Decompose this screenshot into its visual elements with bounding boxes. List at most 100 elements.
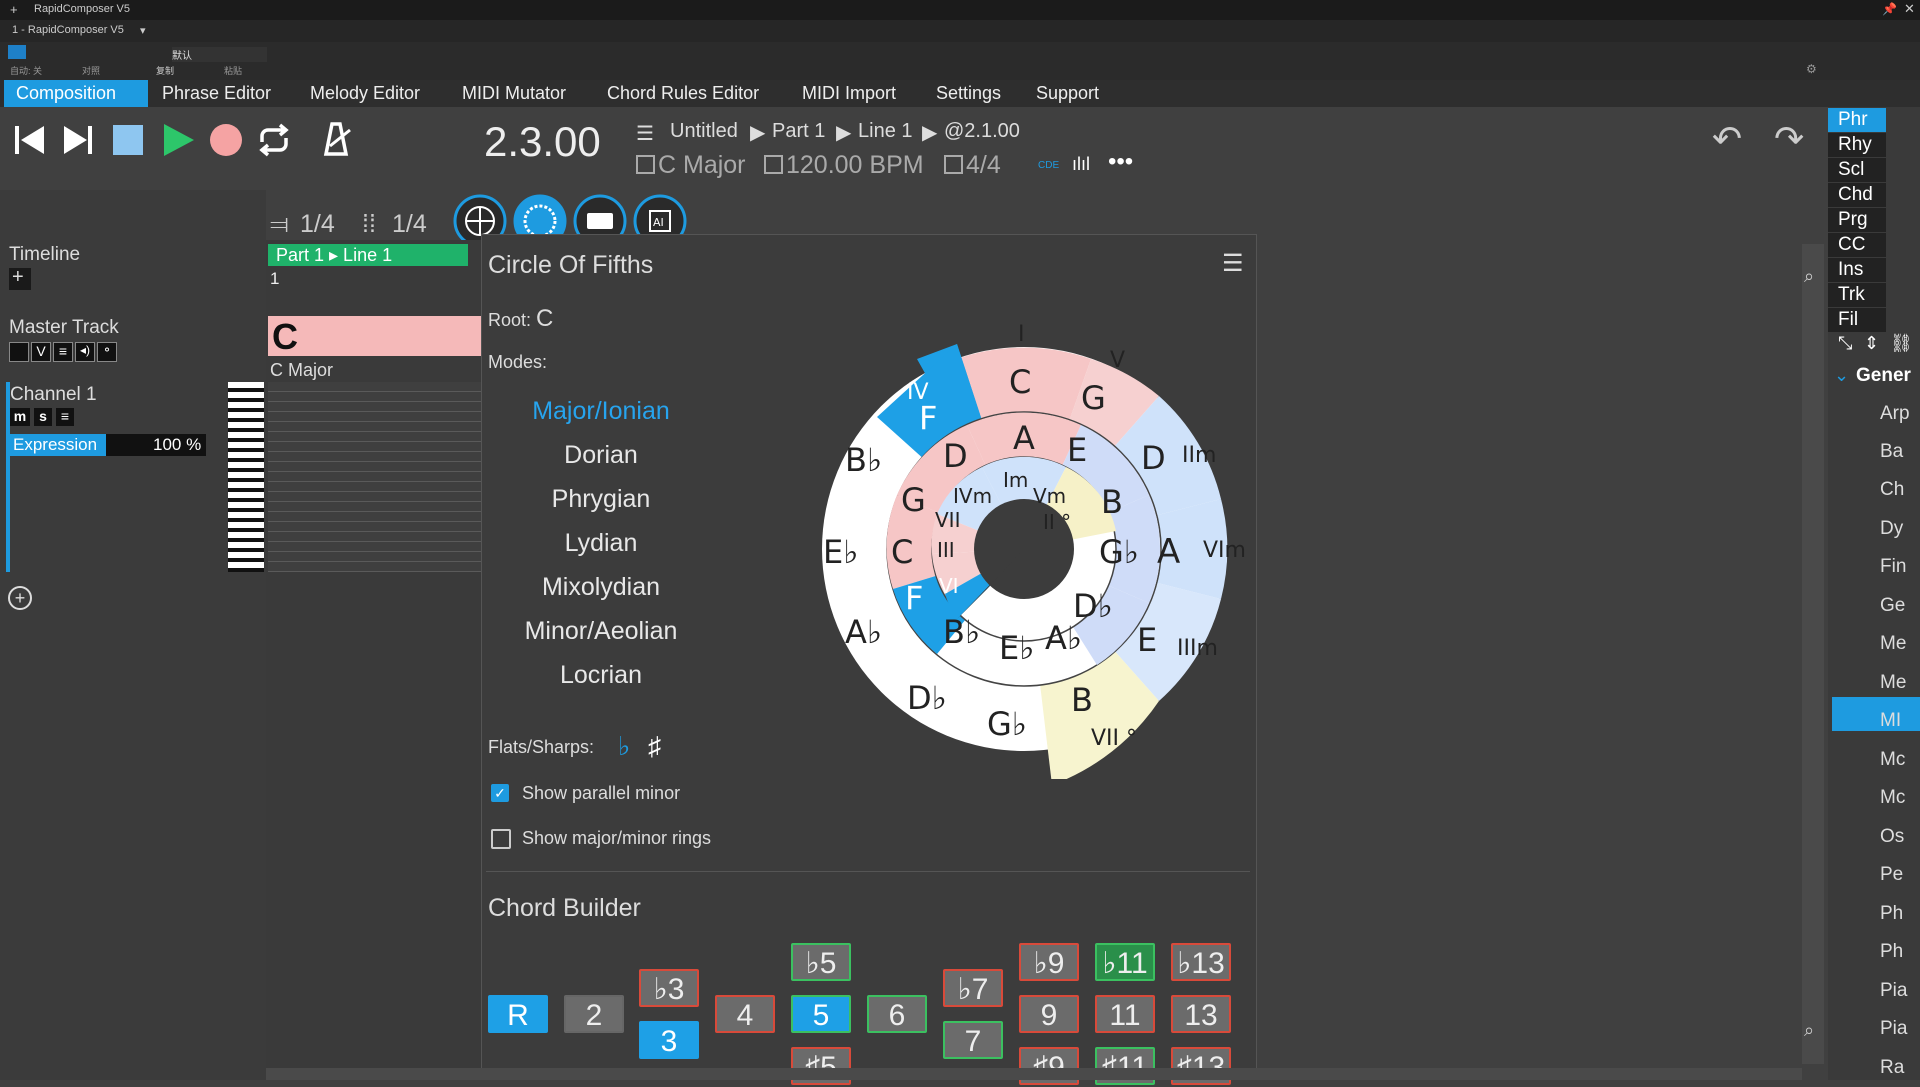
- mode-minor-aeolian[interactable]: Minor/Aeolian: [482, 617, 720, 646]
- mode-dorian[interactable]: Dorian: [482, 441, 720, 470]
- interval-7[interactable]: 7: [943, 1021, 1003, 1059]
- list-item[interactable]: MI: [1880, 710, 1901, 732]
- stop-icon[interactable]: [110, 122, 146, 158]
- expand-icon[interactable]: ⇕: [1864, 333, 1879, 354]
- undo-icon[interactable]: ↶: [1712, 118, 1742, 160]
- link-icon[interactable]: ⛓: [1890, 333, 1913, 354]
- compare-label[interactable]: 对照: [82, 64, 100, 77]
- list-item[interactable]: Me: [1880, 672, 1906, 694]
- list-item[interactable]: Pe: [1880, 864, 1903, 886]
- list-item[interactable]: Mc: [1880, 787, 1905, 809]
- add-track-icon[interactable]: +: [8, 586, 32, 610]
- position-display[interactable]: 2.3.00: [484, 118, 601, 166]
- interval-flat-5[interactable]: ♭5: [791, 943, 851, 981]
- part-header[interactable]: Part 1 ▸ Line 1: [268, 244, 468, 266]
- gear-icon[interactable]: ⚙: [1806, 62, 1817, 76]
- tab-chd[interactable]: Chd: [1828, 183, 1886, 207]
- interval-flat-9[interactable]: ♭9: [1019, 943, 1079, 981]
- interval-flat-11[interactable]: ♭11: [1095, 943, 1155, 981]
- tab-trk[interactable]: Trk: [1828, 283, 1886, 307]
- vertical-scrollbar[interactable]: [1802, 244, 1824, 1064]
- menu-melody-editor[interactable]: Melody Editor: [298, 80, 432, 107]
- circle-of-fifths-wheel[interactable]: I V IIm VIm IIIm VII ° IV C G D A E B G♭…: [797, 299, 1252, 779]
- grid-a-value[interactable]: 1/4: [300, 210, 335, 239]
- interval-flat-7[interactable]: ♭7: [943, 969, 1003, 1007]
- velocity-icon[interactable]: ılıl: [1072, 154, 1090, 175]
- menu-icon[interactable]: ≡: [53, 342, 73, 362]
- interval-13[interactable]: 13: [1171, 995, 1231, 1033]
- key-display[interactable]: C Major: [636, 151, 746, 180]
- list-item[interactable]: Os: [1880, 826, 1904, 848]
- list-item[interactable]: Fin: [1880, 556, 1906, 578]
- paste-label[interactable]: 粘贴: [224, 64, 242, 77]
- grid-b-value[interactable]: 1/4: [392, 210, 427, 239]
- group-label[interactable]: Gener: [1856, 365, 1911, 387]
- mode-phrygian[interactable]: Phrygian: [482, 485, 720, 514]
- zoom-out-icon[interactable]: ⌕: [1804, 1020, 1814, 1041]
- interval-5[interactable]: 5: [791, 995, 851, 1033]
- speaker-icon[interactable]: ◂): [75, 342, 95, 362]
- channel-label[interactable]: Channel 1: [10, 384, 97, 406]
- menu-phrase-editor[interactable]: Phrase Editor: [150, 80, 283, 107]
- timeline-expand-icon[interactable]: +: [9, 266, 31, 290]
- auto-label[interactable]: 自动: 关: [10, 64, 42, 77]
- tempo-display[interactable]: 120.00 BPM: [764, 151, 924, 180]
- meter-display[interactable]: 4/4: [944, 151, 1001, 180]
- menu-chord-rules-editor[interactable]: Chord Rules Editor: [595, 80, 771, 107]
- arrangement-area[interactable]: Part 1 ▸ Line 1 1 C C Major: [266, 240, 484, 1080]
- grid-icon[interactable]: ⁞⁞: [362, 210, 376, 239]
- play-icon[interactable]: [160, 122, 196, 158]
- song-name[interactable]: Untitled: [670, 120, 738, 143]
- interval-9[interactable]: 9: [1019, 995, 1079, 1033]
- menu-settings[interactable]: Settings: [924, 80, 1013, 107]
- menu-midi-mutator[interactable]: MIDI Mutator: [450, 80, 578, 107]
- list-item[interactable]: Me: [1880, 633, 1906, 655]
- list-item-selected[interactable]: Ge: [1880, 595, 1905, 617]
- list-item[interactable]: Mc: [1880, 749, 1905, 771]
- list-item[interactable]: Pia: [1880, 980, 1907, 1002]
- redo-icon[interactable]: ↷: [1774, 118, 1804, 160]
- solo-button[interactable]: s: [34, 408, 52, 426]
- note-names-icon[interactable]: CDE: [1038, 160, 1059, 171]
- zoom-in-icon[interactable]: ⌕: [1804, 266, 1814, 287]
- interval-flat-13[interactable]: ♭13: [1171, 943, 1231, 981]
- interval-root[interactable]: R: [488, 995, 548, 1033]
- go-to-end-icon[interactable]: [60, 122, 96, 158]
- interval-11[interactable]: 11: [1095, 995, 1155, 1033]
- mode-locrian[interactable]: Locrian: [482, 661, 720, 690]
- list-item[interactable]: Ba: [1880, 441, 1903, 463]
- close-icon[interactable]: ✕: [1904, 1, 1915, 17]
- expression-slider[interactable]: Expression 100 %: [10, 434, 206, 456]
- tab-cc[interactable]: CC: [1828, 233, 1886, 257]
- menu-support[interactable]: Support: [1024, 80, 1111, 107]
- interval-6[interactable]: 6: [867, 995, 927, 1033]
- meter-checkbox[interactable]: [944, 155, 963, 174]
- tab-phr[interactable]: Phr: [1828, 108, 1886, 132]
- power-icon[interactable]: [8, 45, 26, 59]
- pin-icon[interactable]: 📌: [1882, 2, 1897, 16]
- interval-3[interactable]: 3: [639, 1021, 699, 1059]
- interval-4[interactable]: 4: [715, 995, 775, 1033]
- tab-scl[interactable]: Scl: [1828, 158, 1886, 182]
- interval-2[interactable]: 2: [564, 995, 624, 1033]
- list-item[interactable]: Ph: [1880, 941, 1903, 963]
- more-icon[interactable]: •••: [1108, 148, 1133, 176]
- go-to-start-icon[interactable]: [12, 122, 48, 158]
- mute-button[interactable]: m: [10, 408, 30, 426]
- copy-label[interactable]: 复制: [156, 64, 174, 77]
- key-checkbox[interactable]: [636, 155, 655, 174]
- mode-major-ionian[interactable]: Major/Ionian: [482, 397, 720, 426]
- record-icon[interactable]: [208, 122, 244, 158]
- interval-flat-3[interactable]: ♭3: [639, 969, 699, 1007]
- collapse-icon[interactable]: ⤡: [1838, 333, 1852, 354]
- list-item[interactable]: Pia: [1880, 1018, 1907, 1040]
- list-item[interactable]: Ra: [1880, 1057, 1904, 1079]
- loop-icon[interactable]: [256, 122, 292, 158]
- list-item[interactable]: Arp: [1880, 403, 1910, 425]
- flat-toggle[interactable]: ♭: [618, 731, 630, 762]
- horizontal-scrollbar[interactable]: [266, 1068, 1802, 1080]
- chevron-down-icon[interactable]: ⌄: [1834, 365, 1849, 386]
- channel-menu-icon[interactable]: ≡: [56, 408, 74, 426]
- instance-select[interactable]: 1 - RapidComposer V5: [12, 24, 124, 36]
- breadcrumb-line[interactable]: Line 1: [858, 120, 913, 143]
